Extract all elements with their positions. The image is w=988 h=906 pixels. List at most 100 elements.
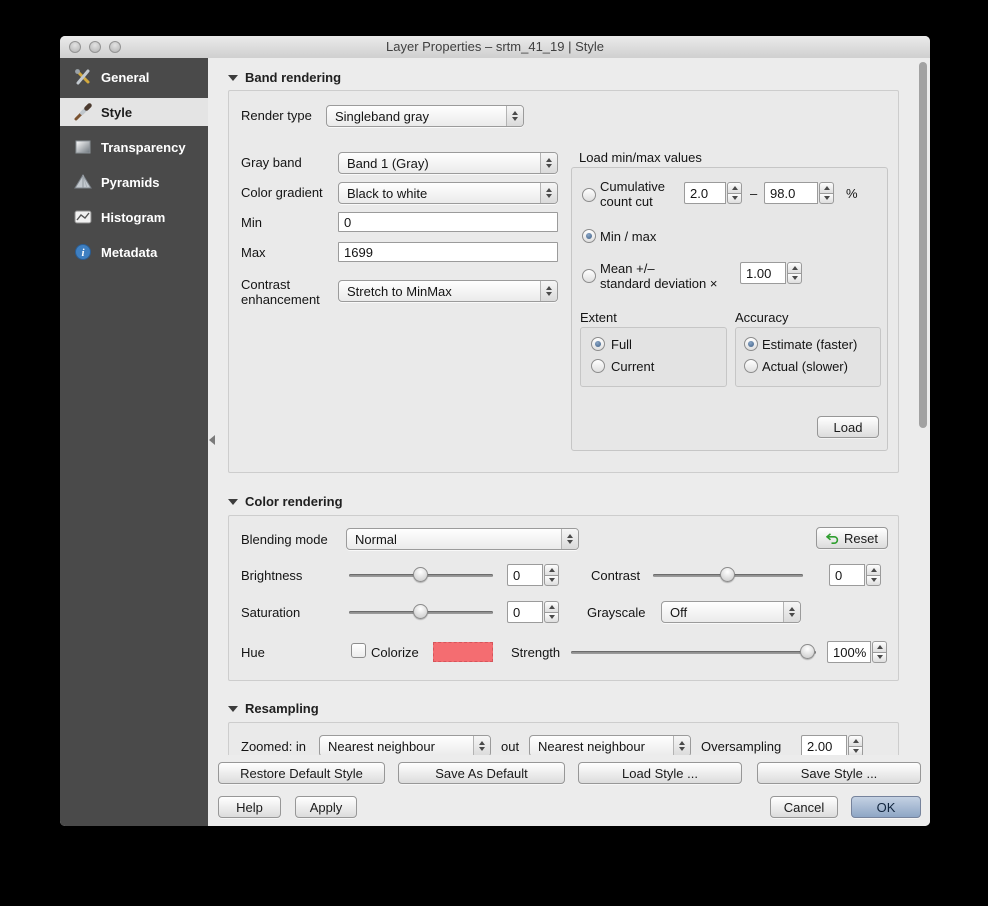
step-down-button[interactable] <box>544 611 559 623</box>
reset-button[interactable]: Reset <box>816 527 888 549</box>
brightness-spinbox[interactable]: 0 <box>507 564 559 586</box>
zoom-window-icon[interactable] <box>109 41 121 53</box>
contrast-slider[interactable] <box>653 564 803 586</box>
collapse-triangle-icon[interactable] <box>228 498 238 505</box>
sidebar-item-pyramids[interactable]: Pyramids <box>60 168 208 196</box>
hue-color-swatch[interactable] <box>433 642 493 662</box>
slider-thumb[interactable] <box>720 567 735 582</box>
min-input[interactable] <box>338 212 558 232</box>
minmax-radio[interactable] <box>582 229 596 243</box>
colorize-checkbox[interactable] <box>351 643 366 658</box>
cancel-button[interactable]: Cancel <box>770 796 838 818</box>
gray-band-value: Band 1 (Gray) <box>347 155 429 171</box>
contrast-spinbox[interactable]: 0 <box>829 564 881 586</box>
resampling-header[interactable]: Resampling <box>228 701 319 716</box>
strength-spinbox[interactable]: 100% <box>827 641 887 663</box>
load-style-button[interactable]: Load Style ... <box>578 762 742 784</box>
oversampling-value[interactable]: 2.00 <box>801 735 847 755</box>
stddev-spinbox[interactable]: 1.00 <box>740 262 802 284</box>
zoomed-out-label: out <box>501 739 520 754</box>
step-up-button[interactable] <box>872 641 887 652</box>
sidebar-item-histogram[interactable]: Histogram <box>60 203 208 231</box>
load-button[interactable]: Load <box>817 416 879 438</box>
strength-value[interactable]: 100% <box>827 641 871 663</box>
max-input[interactable] <box>338 242 558 262</box>
cumulative-min-value[interactable]: 2.0 <box>684 182 726 204</box>
cumulative-max-spinbox[interactable]: 98.0 <box>764 182 834 204</box>
step-up-button[interactable] <box>819 182 834 193</box>
saturation-spinbox[interactable]: 0 <box>507 601 559 623</box>
step-up-button[interactable] <box>727 182 742 193</box>
slider-thumb[interactable] <box>413 604 428 619</box>
saturation-slider[interactable] <box>349 601 493 623</box>
strength-slider[interactable] <box>571 641 816 663</box>
gray-band-select[interactable]: Band 1 (Gray) <box>338 152 558 174</box>
accuracy-actual-radio[interactable] <box>744 359 758 373</box>
minimize-window-icon[interactable] <box>89 41 101 53</box>
step-down-button[interactable] <box>872 651 887 663</box>
slider-thumb[interactable] <box>800 644 815 659</box>
apply-button[interactable]: Apply <box>295 796 357 818</box>
step-up-button[interactable] <box>866 564 881 575</box>
title-bar[interactable]: Layer Properties – srtm_41_19 | Style <box>60 36 930 59</box>
accuracy-estimate-radio[interactable] <box>744 337 758 351</box>
color-rendering-header[interactable]: Color rendering <box>228 494 343 509</box>
sidebar-item-transparency[interactable]: Transparency <box>60 133 208 161</box>
step-down-button[interactable] <box>866 574 881 586</box>
step-down-button[interactable] <box>787 272 802 284</box>
save-as-default-button[interactable]: Save As Default <box>398 762 565 784</box>
gray-band-label: Gray band <box>241 155 302 170</box>
step-up-button[interactable] <box>848 735 863 746</box>
restore-default-style-button[interactable]: Restore Default Style <box>218 762 385 784</box>
collapse-triangle-icon[interactable] <box>228 74 238 81</box>
step-down-button[interactable] <box>544 574 559 586</box>
dropdown-arrows-icon <box>540 183 557 203</box>
step-down-button[interactable] <box>727 192 742 204</box>
brightness-value[interactable]: 0 <box>507 564 543 586</box>
extent-current-radio[interactable] <box>591 359 605 373</box>
step-up-button[interactable] <box>544 564 559 575</box>
contrast-enhancement-select[interactable]: Stretch to MinMax <box>338 280 558 302</box>
sidebar-collapse-handle[interactable] <box>209 435 215 445</box>
band-rendering-header[interactable]: Band rendering <box>228 70 341 85</box>
ok-button[interactable]: OK <box>851 796 921 818</box>
color-gradient-select[interactable]: Black to white <box>338 182 558 204</box>
extent-title: Extent <box>580 310 617 325</box>
render-type-select[interactable]: Singleband gray <box>326 105 524 127</box>
save-style-button[interactable]: Save Style ... <box>757 762 921 784</box>
section-title: Color rendering <box>245 494 343 509</box>
help-button[interactable]: Help <box>218 796 281 818</box>
step-up-button[interactable] <box>787 262 802 273</box>
style-scroll-area: Band rendering Render type Singleband gr… <box>208 58 930 755</box>
mean-label-line2: standard deviation × <box>600 276 718 291</box>
vertical-scrollbar[interactable] <box>919 62 927 428</box>
saturation-value[interactable]: 0 <box>507 601 543 623</box>
sidebar-item-general[interactable]: General <box>60 63 208 91</box>
brightness-slider[interactable] <box>349 564 493 586</box>
stddev-value[interactable]: 1.00 <box>740 262 786 284</box>
cumulative-max-value[interactable]: 98.0 <box>764 182 818 204</box>
mean-stddev-radio[interactable] <box>582 269 596 283</box>
step-up-button[interactable] <box>544 601 559 612</box>
step-down-button[interactable] <box>848 745 863 755</box>
close-window-icon[interactable] <box>69 41 81 53</box>
contrast-value[interactable]: 0 <box>829 564 865 586</box>
triangle-down-icon <box>679 747 685 751</box>
cumulative-label-line2: count cut <box>600 194 653 209</box>
cumulative-count-radio[interactable] <box>582 188 596 202</box>
zoomed-in-select[interactable]: Nearest neighbour <box>319 735 491 755</box>
cumulative-min-spinbox[interactable]: 2.0 <box>684 182 742 204</box>
grayscale-select[interactable]: Off <box>661 601 801 623</box>
zoomed-out-select[interactable]: Nearest neighbour <box>529 735 691 755</box>
triangle-down-icon <box>870 578 877 583</box>
blending-mode-select[interactable]: Normal <box>346 528 579 550</box>
collapse-triangle-icon[interactable] <box>228 705 238 712</box>
sidebar-item-label: Histogram <box>101 209 166 225</box>
sidebar-item-style[interactable]: Style <box>60 98 208 126</box>
extent-full-radio[interactable] <box>591 337 605 351</box>
oversampling-spinbox[interactable]: 2.00 <box>801 735 863 755</box>
slider-thumb[interactable] <box>413 567 428 582</box>
resampling-section: Zoomed: in Nearest neighbour out Nearest… <box>228 722 899 755</box>
sidebar-item-metadata[interactable]: i Metadata <box>60 238 208 266</box>
step-down-button[interactable] <box>819 192 834 204</box>
